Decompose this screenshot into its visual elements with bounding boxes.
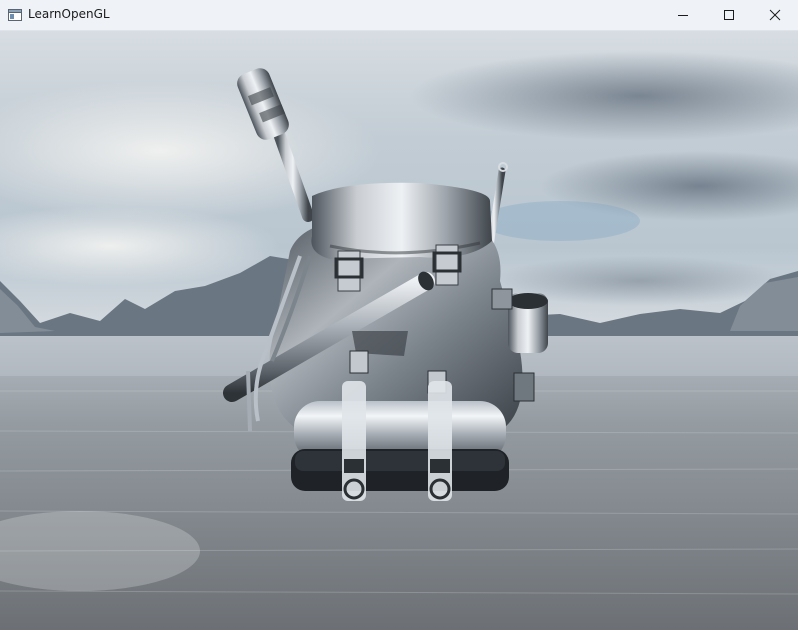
rendered-scene [0,31,798,630]
app-window-icon [8,9,22,21]
opengl-viewport[interactable] [0,31,798,630]
maximize-icon [724,10,734,20]
close-icon [769,9,781,21]
maximize-button[interactable] [706,0,752,30]
app-window: LearnOpenGL [0,0,798,630]
title-bar[interactable]: LearnOpenGL [0,0,798,31]
minimize-button[interactable] [660,0,706,30]
window-title: LearnOpenGL [28,7,110,21]
close-button[interactable] [752,0,798,30]
cloud [480,201,640,241]
minimize-icon [678,15,688,16]
